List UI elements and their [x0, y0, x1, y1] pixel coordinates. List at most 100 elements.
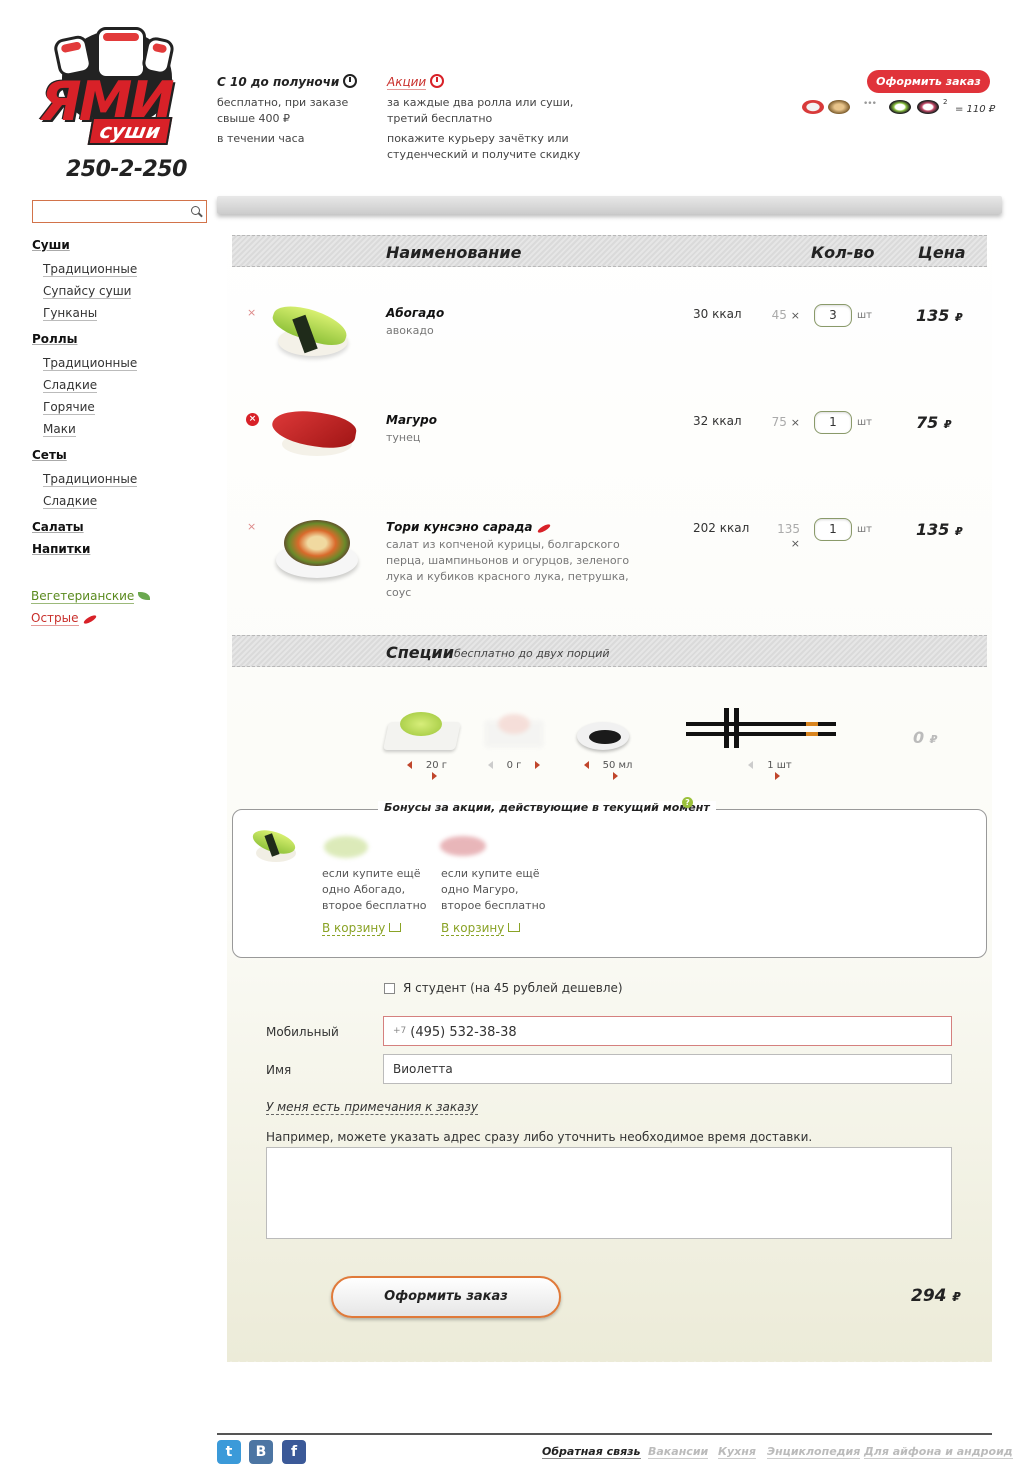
footer-link-vacancies[interactable]: Вакансии — [648, 1445, 709, 1459]
delivery-text-1: бесплатно, при заказе — [217, 96, 349, 109]
quantity-input[interactable]: 1 — [814, 411, 852, 434]
unit-label: шт — [857, 417, 872, 428]
remove-item-icon[interactable]: × — [247, 521, 256, 532]
chopsticks-stepper[interactable]: 1 шт — [740, 760, 800, 782]
remove-item-icon[interactable]: × — [247, 307, 256, 318]
leaf-icon — [138, 592, 151, 600]
col-name-header: Наименование — [386, 243, 522, 262]
unit-label: шт — [857, 524, 872, 535]
product-desc: авокадо — [386, 324, 434, 337]
sidebar-item-salads[interactable]: Салаты — [32, 520, 84, 534]
ginger-stepper[interactable]: 0 г — [486, 760, 542, 771]
bonus-avocado-image — [249, 825, 299, 866]
sidebar-item-sets-sweet[interactable]: Сладкие — [43, 494, 98, 509]
vkontakte-icon[interactable]: B — [249, 1440, 273, 1464]
sidebar-item-sets[interactable]: Сеты — [32, 448, 67, 462]
footer-link-feedback[interactable]: Обратная связь — [542, 1445, 641, 1459]
veg-label[interactable]: Вегетерианские — [31, 589, 135, 604]
decrease-icon[interactable] — [406, 761, 412, 769]
search-icon[interactable] — [191, 206, 200, 215]
sidebar-item-sushi-traditional[interactable]: Традиционные — [43, 262, 138, 277]
student-checkbox[interactable] — [384, 983, 395, 994]
sidebar-item-rolls-traditional[interactable]: Традиционные — [43, 356, 138, 371]
cart-icon — [389, 923, 402, 932]
sidebar-item-veg[interactable]: Вегетерианские — [31, 589, 151, 604]
notes-hint: Например, можете указать адрес сразу либ… — [266, 1130, 813, 1144]
quantity-input[interactable]: 1 — [814, 518, 852, 541]
promo-link[interactable]: Акции — [387, 75, 427, 90]
unit-price: 135 × — [777, 522, 800, 550]
add-to-cart-label[interactable]: В корзину — [322, 921, 386, 936]
remove-item-icon[interactable]: × — [246, 413, 259, 426]
decrease-icon[interactable] — [487, 761, 493, 769]
add-to-cart-link[interactable]: В корзину — [441, 921, 521, 936]
sidebar-item-sets-traditional[interactable]: Традиционные — [43, 472, 138, 487]
col-price-header: Цена — [918, 243, 966, 262]
sidebar-item-sushi-spicy[interactable]: Супайсу суши — [43, 284, 132, 299]
sidebar-item-rolls-hot[interactable]: Горячие — [43, 400, 95, 415]
cart-total-top: = 110 ₽ — [955, 104, 996, 115]
facebook-icon[interactable]: f — [282, 1440, 306, 1464]
increase-icon[interactable] — [612, 772, 618, 780]
cart-count-sup: 2 — [943, 98, 948, 106]
paper-roll — [217, 196, 1002, 214]
sidebar-item-sushi[interactable]: Суши — [32, 238, 70, 252]
promo-text-2: третий бесплатно — [387, 112, 493, 125]
submit-order-button[interactable]: Оформить заказ — [331, 1276, 561, 1318]
wasabi-stepper[interactable]: 20 г — [399, 760, 455, 782]
sidebar-item-rolls[interactable]: Роллы — [32, 332, 77, 346]
decrease-icon[interactable] — [583, 761, 589, 769]
phone-number: 250-2-250 — [66, 157, 187, 182]
mobile-field[interactable]: +7 (495) 532-38-38 — [383, 1016, 952, 1046]
sidebar-item-spicy[interactable]: Острые — [31, 611, 97, 626]
bonus-maguro-ghost-image — [438, 832, 486, 862]
order-button-top[interactable]: Оформить заказ — [867, 70, 990, 93]
add-to-cart-label[interactable]: В корзину — [441, 921, 505, 936]
twitter-icon[interactable]: t — [217, 1440, 241, 1464]
promo-info: Акции — [387, 74, 445, 90]
spices-title: Специи — [386, 643, 454, 662]
spices-price: 0 ₽ — [913, 728, 938, 747]
quantity-input[interactable]: 3 — [814, 304, 852, 327]
cart-item-icon[interactable] — [917, 100, 939, 114]
notes-toggle-link[interactable]: У меня есть примечания к заказу — [266, 1100, 478, 1115]
product-name: Тори кунсэно сарада — [386, 520, 551, 535]
sidebar-item-drinks[interactable]: Напитки — [32, 542, 90, 556]
footer-link-encyclopedia[interactable]: Энциклопедия — [767, 1445, 861, 1459]
panel-torn-edge — [227, 1355, 992, 1365]
spicy-label[interactable]: Острые — [31, 611, 79, 626]
sidebar-item-rolls-sweet[interactable]: Сладкие — [43, 378, 98, 393]
promo-text-4: студенческий и получите скидку — [387, 148, 581, 161]
notes-textarea[interactable] — [266, 1147, 952, 1239]
search-input[interactable] — [33, 201, 183, 222]
promo-text-3: покажите курьеру зачётку или — [387, 132, 569, 145]
sidebar-item-gunkan[interactable]: Гунканы — [43, 306, 98, 321]
cart-item-icon[interactable] — [889, 100, 911, 114]
add-to-cart-link[interactable]: В корзину — [322, 921, 402, 936]
increase-icon[interactable] — [431, 772, 437, 780]
name-field[interactable]: Виолетта — [383, 1054, 952, 1084]
spices-subtitle: бесплатно до двух порций — [454, 647, 610, 660]
chopsticks-image — [686, 708, 838, 754]
pepper-icon — [82, 613, 97, 626]
bonus-avocado-ghost-image — [322, 832, 370, 864]
product-kcal: 32 ккал — [693, 414, 742, 428]
delivery-info: С 10 до полуночи — [217, 74, 358, 89]
product-price: 135 ₽ — [916, 306, 963, 325]
product-kcal: 30 ккал — [693, 307, 742, 321]
search-box[interactable] — [32, 200, 207, 223]
bonus-offer-text: если купите ещё одно Абогадо, второе беспл… — [322, 867, 427, 912]
footer-link-kitchen[interactable]: Кухня — [718, 1445, 756, 1459]
footer-link-apps[interactable]: Для айфона и андроид — [864, 1445, 1013, 1459]
decrease-icon[interactable] — [748, 761, 754, 769]
help-icon[interactable]: ? — [682, 797, 693, 808]
increase-icon[interactable] — [774, 772, 780, 780]
sidebar-item-maki[interactable]: Маки — [43, 422, 76, 437]
unit-label: шт — [857, 310, 872, 321]
cart-item-icon[interactable] — [802, 100, 824, 114]
cart-item-icon[interactable] — [828, 100, 850, 114]
delivery-text-3: в течении часа — [217, 132, 305, 145]
avocado-sushi-image — [268, 298, 352, 364]
soy-stepper[interactable]: 50 мл — [578, 760, 638, 782]
increase-icon[interactable] — [535, 761, 541, 769]
